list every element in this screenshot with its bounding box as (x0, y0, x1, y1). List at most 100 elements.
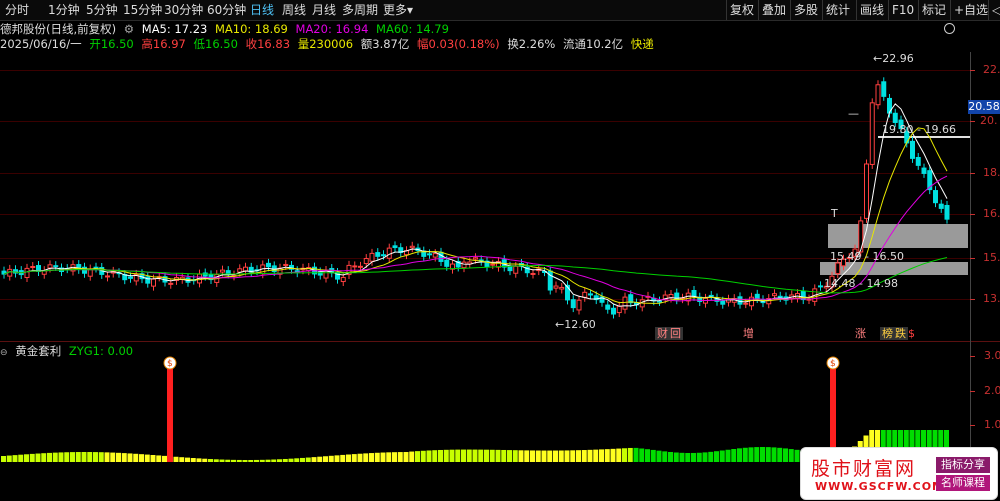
candle-body (921, 167, 927, 174)
indicator-bar (116, 452, 121, 462)
period-tab-timeshare[interactable]: 分时 (2, 0, 32, 20)
indicator-bar (409, 451, 415, 462)
indicator-bar (645, 449, 650, 462)
indicator-bar (415, 451, 420, 462)
indicator-bar (547, 450, 553, 462)
candle-body (800, 290, 806, 301)
indicator-bar (52, 452, 58, 462)
indicator-bar (110, 452, 116, 462)
settings-gear-icon[interactable]: ⚙ (124, 22, 134, 36)
add-watchlist-button[interactable]: +自选 (950, 0, 991, 20)
event-tag-buyback[interactable]: 回 (668, 327, 683, 340)
stats-button[interactable]: 统计 (822, 0, 853, 20)
indicator-axis-line (970, 341, 971, 453)
period-tab-60min[interactable]: 60分钟 (204, 0, 249, 20)
indicator-bar (691, 452, 696, 462)
candle-body (93, 266, 99, 269)
candle-body (363, 258, 369, 265)
indicator-bar (1, 456, 6, 462)
watermark-tag-course: 名师课程 (936, 475, 990, 491)
event-tag-dollar[interactable]: $ (906, 327, 917, 340)
candle-body (513, 265, 519, 274)
low-price-label: 12.60 (564, 318, 596, 331)
indicator-bar (668, 451, 673, 462)
price-label: 16.8 (983, 207, 1000, 220)
candle-body (225, 270, 231, 275)
candle-body (858, 220, 864, 253)
quote-float-cap: 流通10.2亿 (563, 37, 624, 51)
candle-body (864, 163, 869, 219)
current-price-badge: 20.58 (968, 100, 1000, 114)
indicator-bar (656, 450, 662, 462)
indicator-bar (93, 452, 98, 462)
draw-line-button[interactable]: 画线 (856, 0, 887, 20)
indicator-bar (673, 452, 679, 462)
candle-body (553, 285, 559, 289)
indicator-bar (449, 449, 455, 462)
info-toggle-icon[interactable] (944, 23, 955, 34)
period-tab-daily[interactable]: 日线 (247, 0, 277, 20)
period-tab-5min[interactable]: 5分钟 (83, 0, 121, 20)
quote-volume: 量230006 (297, 37, 354, 51)
candle-body (53, 265, 59, 268)
candle-body (772, 293, 777, 297)
indicator-bar (702, 452, 708, 462)
indicator-bar (679, 452, 685, 462)
indicator-bar (305, 457, 311, 462)
indicator-bar (788, 449, 794, 462)
quote-date: 2025/06/16/一 (0, 37, 82, 51)
indicator-bar (570, 450, 576, 462)
indicator-bar (518, 450, 524, 462)
indicator-bar (374, 452, 380, 462)
indicator-bar (489, 449, 495, 462)
mark-button[interactable]: 标记 (918, 0, 949, 20)
indicator-bar (558, 450, 564, 462)
price-label: 15.1 (983, 251, 1000, 264)
indicator-bar (472, 449, 478, 462)
multi-stock-button[interactable]: 多股 (790, 0, 821, 20)
t-marker: T (831, 207, 838, 220)
indicator-label: 3.0 (984, 349, 1000, 362)
candle-body (611, 307, 616, 315)
indicator-bar (70, 452, 75, 462)
adjust-button[interactable]: 复权 (726, 0, 757, 20)
low-arrow: ← (555, 318, 565, 331)
candlestick-chart[interactable] (0, 52, 970, 341)
ma60-value: MA60: 14.79 (376, 22, 449, 36)
candle-body (754, 293, 760, 299)
event-tag-limit-up[interactable]: 涨 (853, 327, 868, 340)
indicator-bar (75, 452, 81, 462)
period-tab-weekly[interactable]: 周线 (279, 0, 309, 20)
indicator-bar (530, 450, 535, 462)
period-tab-monthly[interactable]: 月线 (309, 0, 339, 20)
stock-title: 德邦股份(日线,前复权) (0, 22, 117, 36)
collapse-icon[interactable]: ◁ (988, 0, 1000, 20)
indicator-bar (650, 449, 656, 462)
indicator-bar (104, 452, 110, 462)
period-tab-15min[interactable]: 15分钟 (120, 0, 165, 20)
indicator-bar (639, 448, 645, 462)
period-tab-1min[interactable]: 1分钟 (45, 0, 83, 20)
indicator-bar (6, 455, 12, 462)
event-tag-increase[interactable]: 增 (741, 327, 756, 340)
period-tab-30min[interactable]: 30分钟 (161, 0, 206, 20)
indicator-bar (18, 454, 24, 462)
candle-body (266, 262, 271, 268)
indicator-bar (599, 449, 604, 462)
indicator-bar (81, 452, 87, 462)
high-price-annotation: ←22.96 (873, 52, 914, 65)
indicator-bar (311, 457, 317, 462)
period-tab-multi[interactable]: 多周期 (339, 0, 381, 20)
candle-body (386, 247, 392, 259)
axis-tick (970, 121, 975, 122)
indicator-bar (162, 455, 167, 462)
candle-body (869, 102, 875, 165)
indicator-bar (397, 452, 403, 462)
industry-tag[interactable]: 快递 (631, 37, 654, 51)
f10-button[interactable]: F10 (888, 0, 917, 20)
overlay-button[interactable]: 叠加 (758, 0, 789, 20)
indicator-bar (150, 454, 156, 462)
period-toolbar: 分时 1分钟 5分钟 15分钟 30分钟 60分钟 日线 周线 月线 多周期 更… (0, 0, 1000, 21)
more-menu-button[interactable]: 更多▾ (380, 0, 416, 20)
indicator-bar (231, 459, 236, 462)
